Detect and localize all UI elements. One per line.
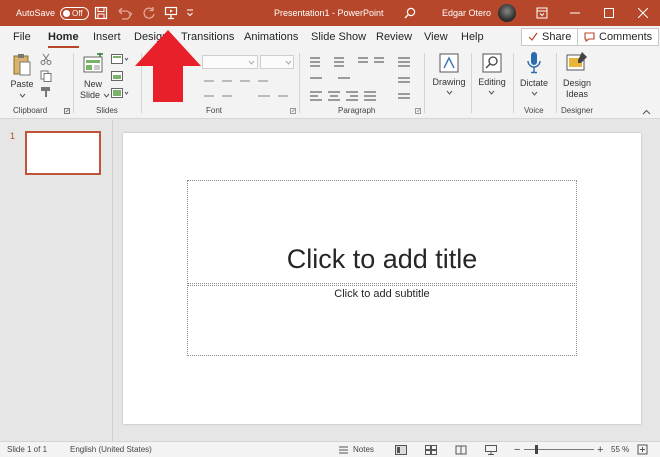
slide-thumbnail-pane: 1: [0, 120, 113, 441]
notes-button[interactable]: Notes: [338, 442, 374, 457]
tab-help[interactable]: Help: [461, 26, 484, 49]
normal-view-icon[interactable]: [395, 442, 407, 457]
font-group-label: Font: [206, 106, 223, 115]
zoom-level[interactable]: 55 %: [611, 442, 629, 457]
notes-icon: [339, 446, 348, 453]
comments-button[interactable]: Comments: [577, 28, 660, 46]
slides-group-label: Slides: [96, 106, 118, 115]
fit-to-window-icon[interactable]: [637, 442, 648, 457]
search-icon[interactable]: [404, 0, 416, 26]
user-avatar[interactable]: [498, 0, 516, 26]
tab-review[interactable]: Review: [376, 26, 412, 49]
redo-icon[interactable]: [142, 0, 156, 26]
autosave-control[interactable]: AutoSave Off: [16, 0, 90, 26]
ribbon: Paste Clipboard New Slide Slides Font Pa…: [0, 49, 660, 119]
clipboard-group-label: Clipboard: [13, 106, 48, 115]
red-arrow-annotation: [135, 30, 201, 102]
comments-icon: [584, 32, 595, 42]
share-button[interactable]: Share: [521, 28, 579, 46]
reset-icon[interactable]: [111, 71, 123, 82]
tab-file[interactable]: File: [13, 26, 31, 49]
paste-label: Paste: [10, 79, 34, 89]
voice-group-label: Voice: [524, 106, 544, 115]
user-name: Edgar Otero: [442, 8, 492, 18]
slide-number: 1: [10, 131, 16, 141]
share-label: Share: [542, 31, 572, 43]
status-bar: Slide 1 of 1 English (United States) Not…: [0, 441, 660, 457]
maximize-icon[interactable]: [604, 0, 614, 26]
drawing-label: Drawing: [432, 77, 466, 87]
customize-icon[interactable]: [186, 0, 194, 26]
present-icon[interactable]: [164, 0, 178, 26]
subtitle-placeholder-text: Click to add subtitle: [334, 288, 430, 300]
design-ideas-label-line2: Ideas: [565, 89, 589, 99]
title-bar: AutoSave Off Presentation1 - PowerPoint …: [0, 0, 660, 26]
reading-view-icon[interactable]: [455, 442, 467, 457]
copy-icon[interactable]: [40, 70, 52, 82]
section-icon[interactable]: [111, 88, 129, 99]
tab-slide-show[interactable]: Slide Show: [311, 26, 366, 49]
tab-view[interactable]: View: [424, 26, 448, 49]
designer-group-label: Designer: [561, 106, 594, 115]
slideshow-view-icon[interactable]: [485, 442, 497, 457]
new-slide-label-line2: Slide: [79, 90, 100, 100]
paragraph-group-label: Paragraph: [338, 106, 376, 115]
dictate-label: Dictate: [519, 78, 548, 88]
shapes-icon: [439, 53, 459, 73]
zoom-in-button[interactable]: +: [597, 442, 603, 457]
autosave-label: AutoSave: [16, 8, 56, 18]
microphone-icon: [527, 52, 541, 74]
zoom-slider[interactable]: [524, 442, 594, 457]
tab-insert[interactable]: Insert: [93, 26, 121, 49]
paste-icon: [13, 54, 31, 76]
new-slide-label-line1: New: [83, 79, 102, 89]
new-slide-icon: [83, 53, 103, 73]
document-title: Presentation1 - PowerPoint: [274, 8, 384, 18]
language-status[interactable]: English (United States): [70, 442, 152, 457]
collapse-ribbon-icon[interactable]: [642, 109, 651, 115]
slide-sorter-icon[interactable]: [425, 442, 437, 457]
autosave-state: Off: [72, 8, 83, 18]
autosave-toggle[interactable]: Off: [60, 6, 90, 20]
format-painter-icon[interactable]: [40, 86, 52, 98]
tab-animations[interactable]: Animations: [244, 26, 298, 49]
ribbon-display-icon[interactable]: [536, 0, 548, 26]
comments-label: Comments: [599, 31, 653, 43]
save-icon[interactable]: [94, 0, 108, 26]
share-icon: [528, 32, 538, 41]
editing-label: Editing: [478, 77, 506, 87]
zoom-slider-thumb[interactable]: [535, 445, 538, 454]
tab-home[interactable]: Home: [48, 26, 79, 49]
title-placeholder[interactable]: Click to add title: [187, 180, 577, 284]
zoom-out-button[interactable]: −: [514, 442, 520, 457]
design-ideas-icon: [566, 52, 587, 71]
slide-thumbnail[interactable]: [25, 131, 101, 175]
close-icon[interactable]: [638, 0, 648, 26]
find-icon: [482, 53, 502, 73]
undo-icon[interactable]: [116, 0, 134, 26]
design-ideas-label-line1: Design: [562, 78, 591, 88]
slide-canvas: Click to add title Click to add subtitle: [123, 133, 641, 424]
subtitle-placeholder[interactable]: Click to add subtitle: [187, 285, 577, 356]
minimize-icon[interactable]: [570, 0, 580, 26]
layout-icon[interactable]: [111, 54, 129, 65]
cut-icon[interactable]: [40, 53, 52, 65]
slide-info: Slide 1 of 1: [7, 445, 48, 454]
notes-label: Notes: [353, 445, 374, 454]
title-placeholder-text: Click to add title: [286, 244, 478, 274]
